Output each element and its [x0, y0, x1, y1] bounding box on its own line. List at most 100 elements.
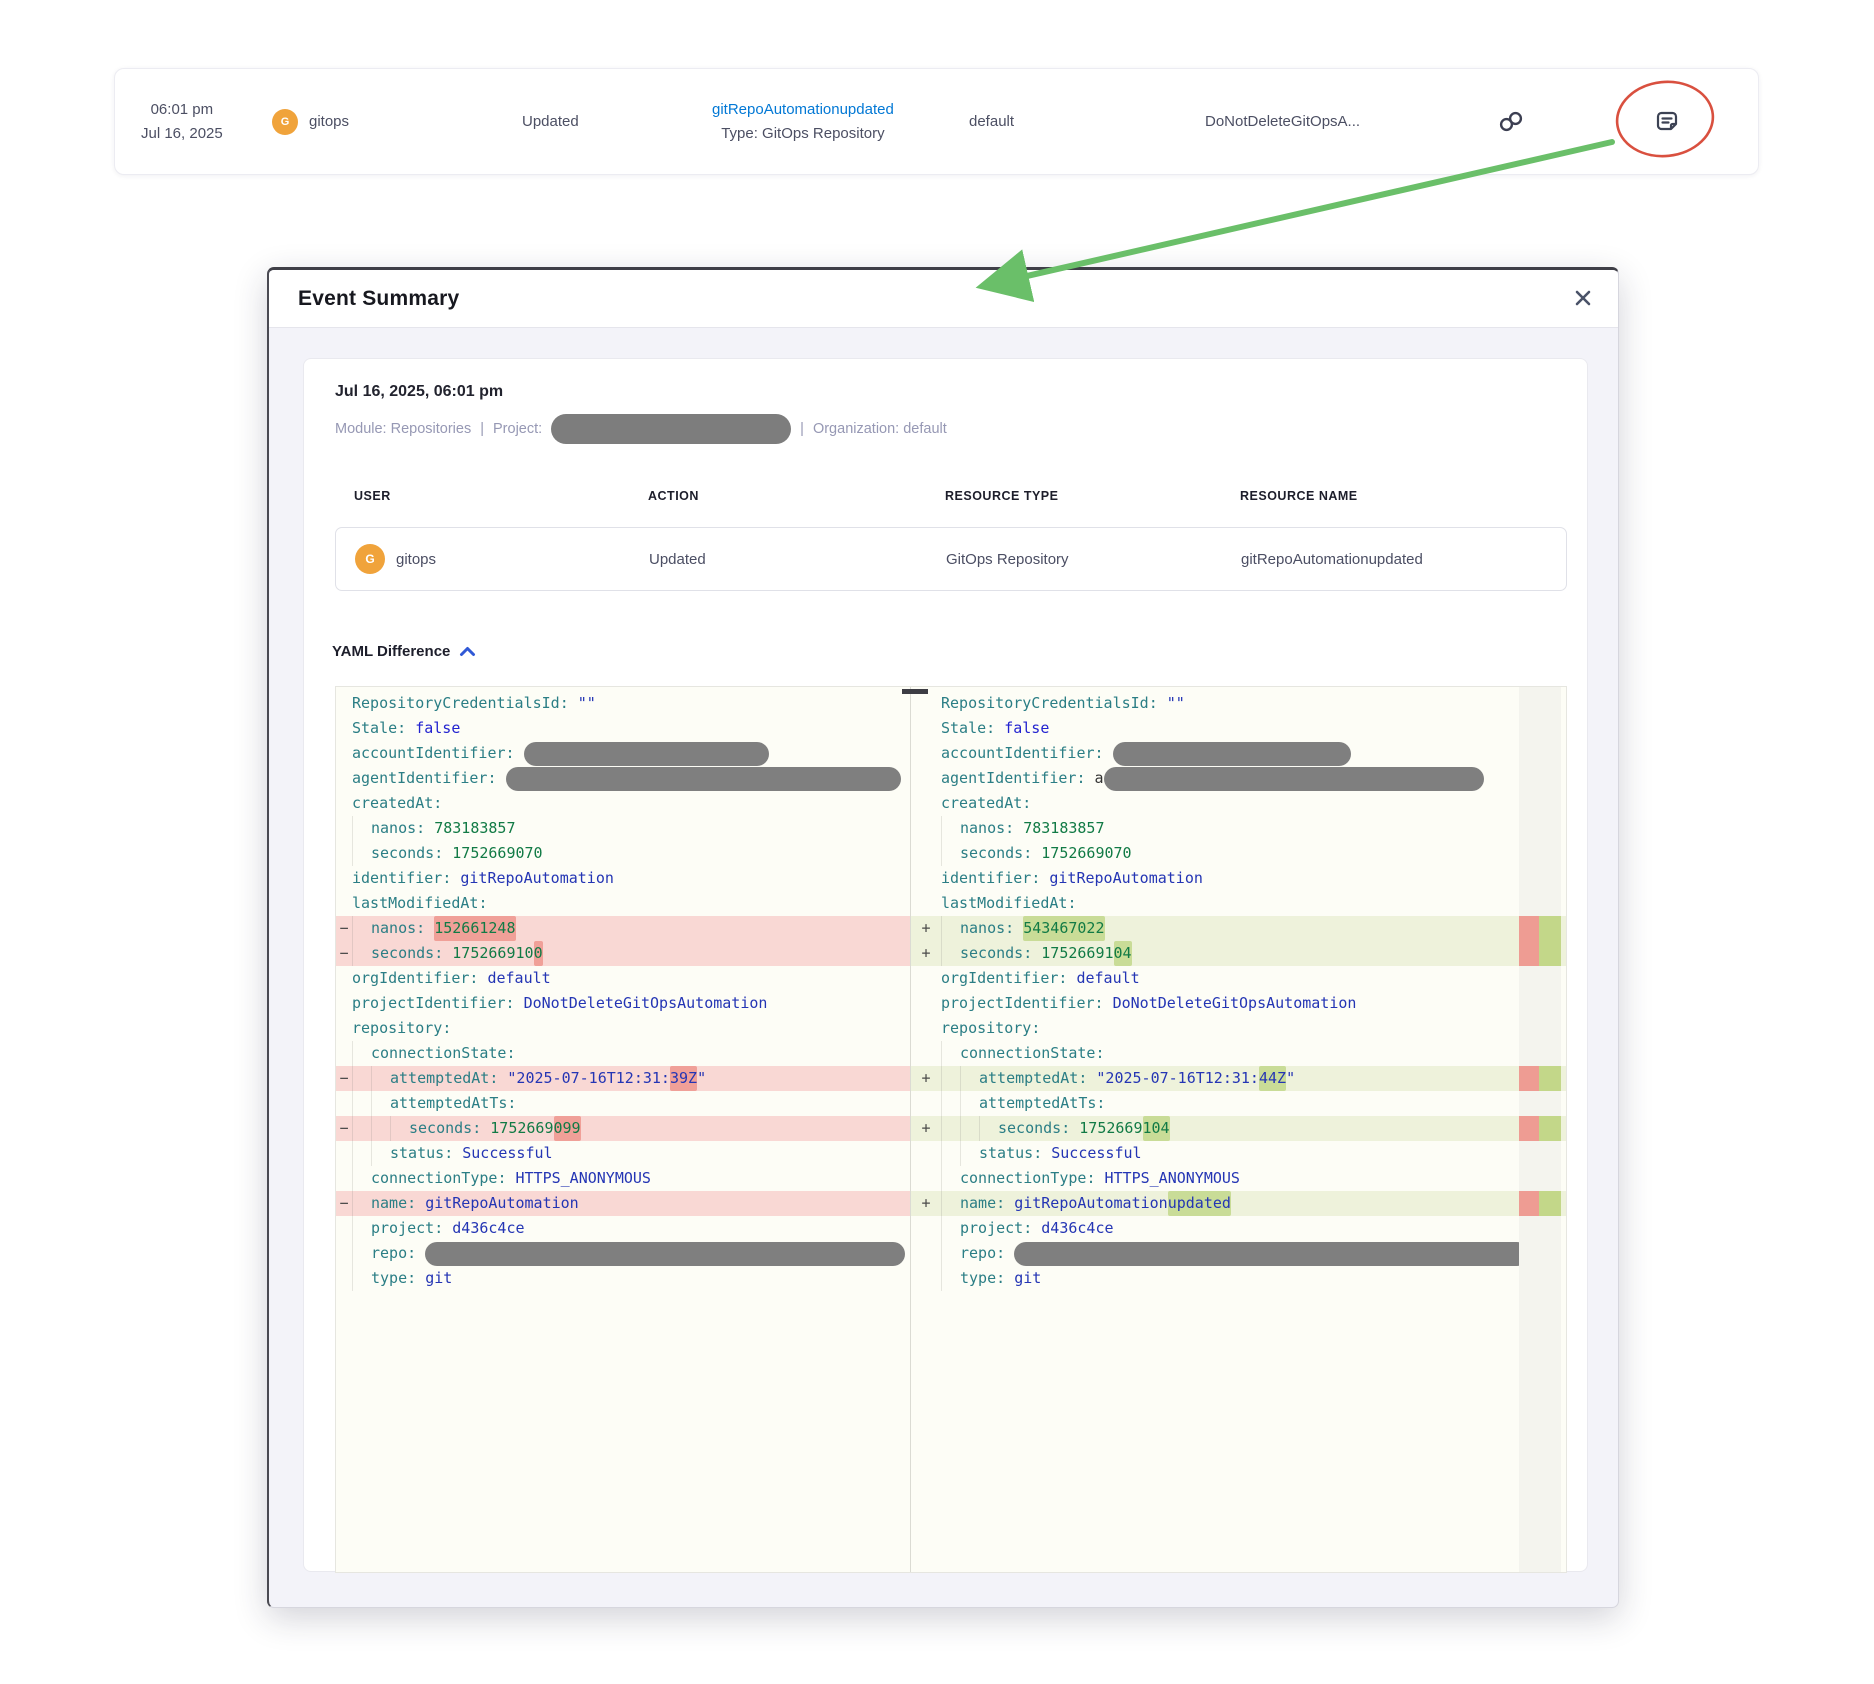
diff-line: orgIdentifier: default — [911, 966, 1566, 991]
diff-line: project: d436c4ce — [911, 1216, 1566, 1241]
redaction-pill — [506, 767, 901, 791]
event-summary-card: Jul 16, 2025, 06:01 pm Module: Repositor… — [303, 358, 1588, 1572]
event-summary-button[interactable] — [1649, 69, 1685, 174]
event-table-header: USER ACTION RESOURCE TYPE RESOURCE NAME — [304, 489, 1587, 507]
audit-user: G gitops — [272, 69, 349, 174]
audit-organization: default — [969, 69, 1014, 174]
diff-line: −name: gitRepoAutomation — [336, 1191, 910, 1216]
removed-marker — [1519, 916, 1539, 966]
diff-line: connectionType: HTTPS_ANONYMOUS — [336, 1166, 910, 1191]
audit-user-name: gitops — [309, 113, 349, 130]
diff-line: connectionType: HTTPS_ANONYMOUS — [911, 1166, 1566, 1191]
chevron-up-icon — [459, 646, 476, 657]
diff-change-marker[interactable] — [1519, 1191, 1561, 1216]
diff-divider-handle — [902, 689, 928, 694]
module-label: Module: Repositories — [335, 421, 471, 437]
event-timestamp: Jul 16, 2025, 06:01 pm — [335, 383, 503, 401]
open-resource-link-button[interactable] — [1493, 69, 1529, 174]
organization-label: Organization: default — [813, 421, 947, 437]
diff-line: agentIdentifier: a — [911, 766, 1566, 791]
diff-line: +seconds: 1752669104 — [911, 941, 1566, 966]
diff-line: +name: gitRepoAutomationupdated — [911, 1191, 1566, 1216]
diff-line: −attemptedAt: "2025-07-16T12:31:39Z" — [336, 1066, 910, 1091]
diff-line: RepositoryCredentialsId: "" — [911, 691, 1566, 716]
diff-line: identifier: gitRepoAutomation — [336, 866, 910, 891]
audit-log-row: 06:01 pm Jul 16, 2025 G gitops Updated g… — [114, 68, 1759, 175]
diff-line: identifier: gitRepoAutomation — [911, 866, 1566, 891]
diff-line: projectIdentifier: DoNotDeleteGitOpsAuto… — [336, 991, 910, 1016]
close-icon — [1574, 289, 1592, 307]
audit-date: Jul 16, 2025 — [141, 125, 223, 142]
note-icon — [1653, 108, 1681, 136]
diff-line: accountIdentifier: — [336, 741, 910, 766]
removed-marker — [1519, 1066, 1539, 1091]
diff-line: repo: — [336, 1241, 910, 1266]
diff-line: connectionState: — [911, 1041, 1566, 1066]
row-resource-type: GitOps Repository — [946, 528, 1069, 590]
row-user: G gitops — [355, 528, 436, 590]
diff-line: lastModifiedAt: — [336, 891, 910, 916]
removed-marker — [1519, 1191, 1539, 1216]
diff-line: status: Successful — [336, 1141, 910, 1166]
row-resource-name: gitRepoAutomationupdated — [1241, 528, 1423, 590]
link-icon — [1498, 110, 1524, 134]
diff-line: type: git — [336, 1266, 910, 1291]
audit-timestamp: 06:01 pm Jul 16, 2025 — [141, 69, 223, 174]
diff-change-marker[interactable] — [1519, 1116, 1561, 1141]
column-header-resource-type: RESOURCE TYPE — [945, 489, 1058, 503]
diff-line: projectIdentifier: DoNotDeleteGitOpsAuto… — [911, 991, 1566, 1016]
added-marker — [1539, 916, 1561, 966]
diff-line: createdAt: — [336, 791, 910, 816]
added-marker — [1539, 1066, 1561, 1091]
diff-line: project: d436c4ce — [336, 1216, 910, 1241]
diff-overview-ruler[interactable] — [1519, 687, 1561, 1572]
added-marker — [1539, 1116, 1561, 1141]
audit-action: Updated — [522, 69, 579, 174]
avatar: G — [355, 544, 385, 574]
meta-separator: | — [800, 421, 804, 437]
redaction-pill — [1113, 742, 1351, 766]
yaml-difference-toggle[interactable]: YAML Difference — [332, 643, 476, 660]
yaml-diff-new-pane: RepositoryCredentialsId: ""Stale: falsea… — [911, 687, 1566, 1572]
diff-line: createdAt: — [911, 791, 1566, 816]
event-table-row: G gitops Updated GitOps Repository gitRe… — [335, 527, 1567, 591]
audit-time: 06:01 pm — [151, 101, 214, 118]
redaction-pill — [1014, 1242, 1529, 1266]
diff-line: +seconds: 1752669104 — [911, 1116, 1566, 1141]
diff-line: attemptedAtTs: — [911, 1091, 1566, 1116]
diff-line: −seconds: 1752669100 — [336, 941, 910, 966]
diff-line: repository: — [911, 1016, 1566, 1041]
diff-line: +attemptedAt: "2025-07-16T12:31:44Z" — [911, 1066, 1566, 1091]
yaml-diff-old-pane: RepositoryCredentialsId: ""Stale: falsea… — [336, 687, 911, 1572]
diff-line: seconds: 1752669070 — [911, 841, 1566, 866]
avatar: G — [272, 109, 298, 135]
diff-line: RepositoryCredentialsId: "" — [336, 691, 910, 716]
diff-line: nanos: 783183857 — [911, 816, 1566, 841]
redaction-pill — [1104, 767, 1484, 791]
diff-line: agentIdentifier: — [336, 766, 910, 791]
resource-name-link[interactable]: gitRepoAutomationupdated — [712, 101, 894, 118]
close-button[interactable] — [1572, 287, 1594, 309]
meta-separator: | — [480, 421, 484, 437]
yaml-diff-viewer: RepositoryCredentialsId: ""Stale: falsea… — [335, 686, 1567, 1573]
yaml-difference-label: YAML Difference — [332, 643, 450, 660]
audit-project: DoNotDeleteGitOpsA... — [1205, 69, 1360, 174]
diff-line: −nanos: 152661248 — [336, 916, 910, 941]
diff-line: attemptedAtTs: — [336, 1091, 910, 1116]
column-header-user: USER — [354, 489, 391, 503]
diff-line: orgIdentifier: default — [336, 966, 910, 991]
modal-body: Jul 16, 2025, 06:01 pm Module: Repositor… — [269, 328, 1618, 1608]
event-summary-modal: Event Summary Jul 16, 2025, 06:01 pm Mod… — [267, 267, 1619, 1608]
diff-change-marker[interactable] — [1519, 1066, 1561, 1091]
redaction-pill — [524, 742, 769, 766]
row-action: Updated — [649, 528, 706, 590]
removed-marker — [1519, 1116, 1539, 1141]
diff-line: lastModifiedAt: — [911, 891, 1566, 916]
diff-line: nanos: 783183857 — [336, 816, 910, 841]
diff-change-marker[interactable] — [1519, 916, 1561, 966]
diff-line: repo: — [911, 1241, 1566, 1266]
added-marker — [1539, 1191, 1561, 1216]
diff-line: +nanos: 543467022 — [911, 916, 1566, 941]
row-user-name: gitops — [396, 551, 436, 568]
diff-line: Stale: false — [336, 716, 910, 741]
